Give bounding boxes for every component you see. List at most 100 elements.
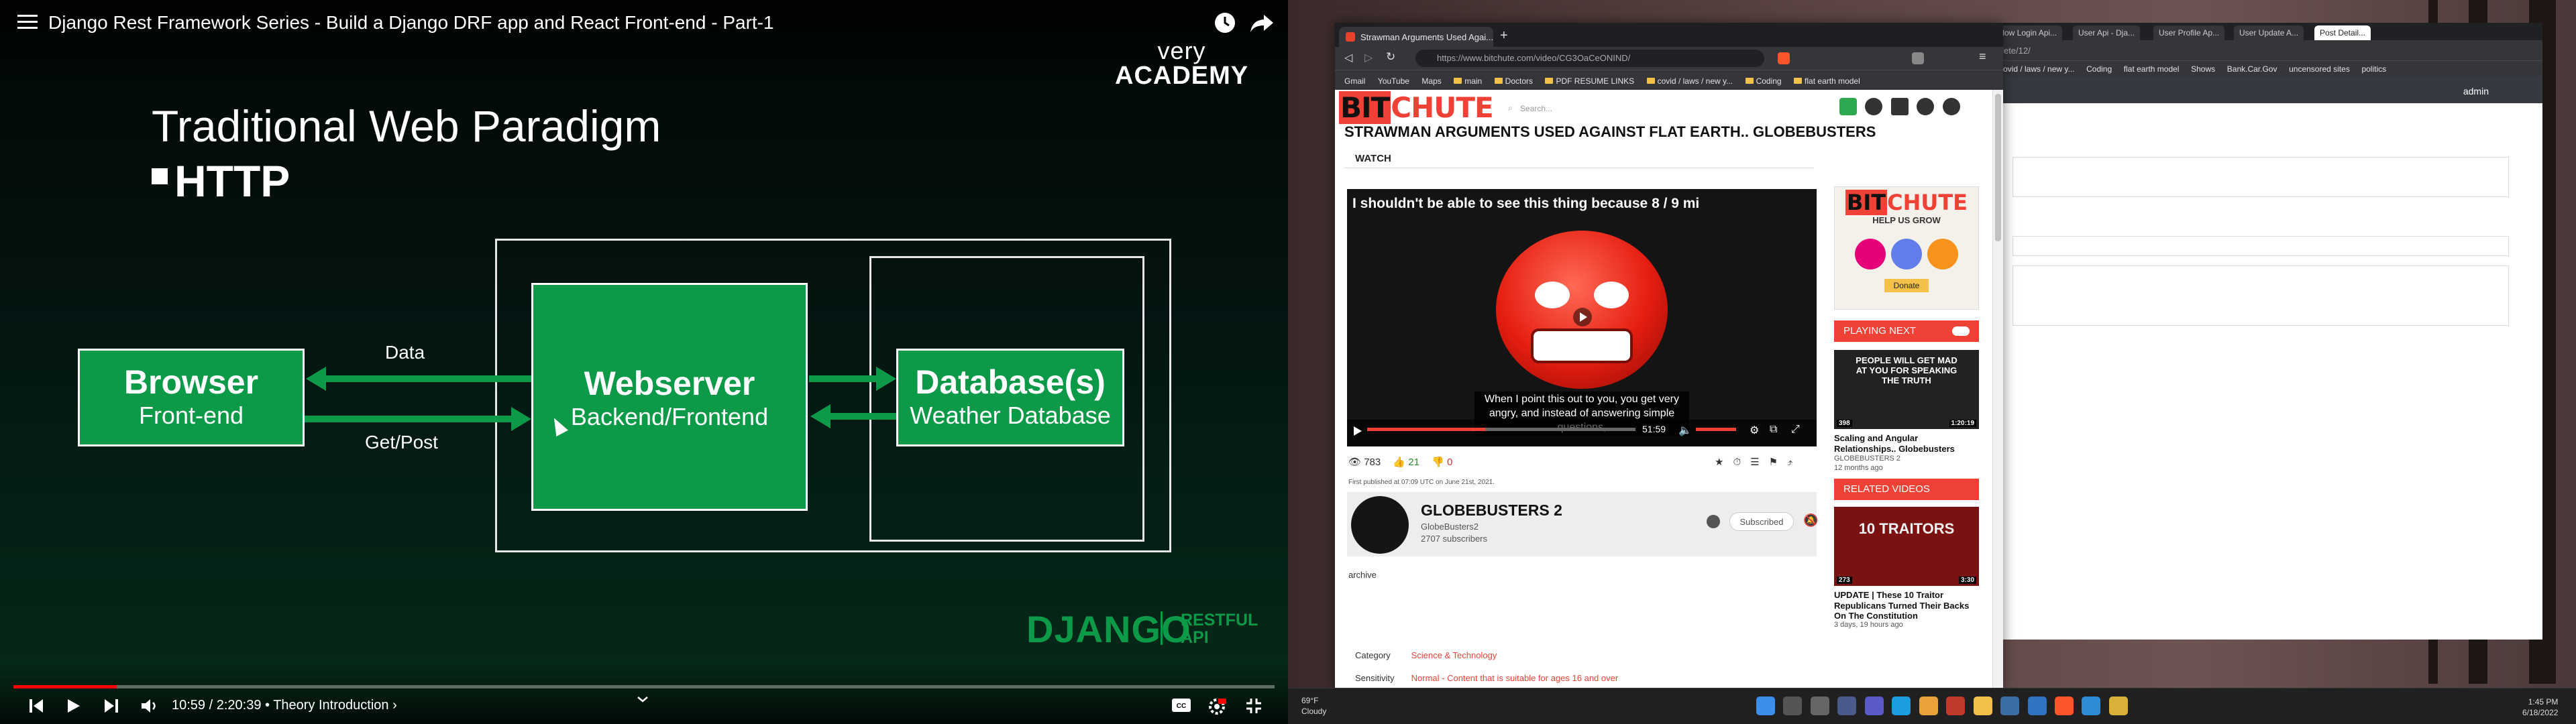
bookmark-flat-earth[interactable]: flat earth model xyxy=(1794,76,1860,86)
volume-icon[interactable] xyxy=(140,697,158,715)
account-icon[interactable] xyxy=(1942,98,1960,115)
video-fullscreen-icon[interactable]: ⤢ xyxy=(1791,424,1800,436)
edge-icon[interactable] xyxy=(1892,697,1911,715)
play-icon[interactable] xyxy=(64,697,82,715)
upload-icon[interactable] xyxy=(1890,98,1909,115)
back-bookmark[interactable]: Bank.Car.Gov xyxy=(2227,64,2277,74)
bitchute-video-player[interactable]: I shouldn't be able to see this thing be… xyxy=(1347,189,1817,446)
exit-fullscreen-icon[interactable] xyxy=(1245,697,1263,715)
store-icon[interactable] xyxy=(2000,697,2020,715)
watch-later-icon[interactable] xyxy=(1213,11,1237,35)
menu-icon[interactable]: ≡ xyxy=(1979,50,1986,64)
active-tab[interactable]: Strawman Arguments Used Agai... xyxy=(1339,27,1493,47)
next-video-title[interactable]: Scaling and Angular Relationships.. Glob… xyxy=(1834,433,1979,454)
share-icon[interactable] xyxy=(1249,11,1275,35)
scrollbar-thumb[interactable] xyxy=(1995,94,2001,241)
next-icon[interactable] xyxy=(102,697,121,715)
youtube-player[interactable]: Django Rest Framework Series - Build a D… xyxy=(0,0,1288,724)
bitchute-logo[interactable]: BITCHUTE xyxy=(1339,91,1494,124)
video-popout-icon[interactable]: ⧉ xyxy=(1770,424,1777,436)
form-textarea[interactable] xyxy=(2012,265,2509,326)
bitchute-browser-window[interactable]: Strawman Arguments Used Agai... + ◁ ▷ ↻ … xyxy=(1335,23,2003,689)
bookmark-resume[interactable]: PDF RESUME LINKS xyxy=(1545,76,1634,86)
tip-icon[interactable] xyxy=(1707,515,1720,528)
video-volume-bar[interactable] xyxy=(1696,428,1736,431)
back-icon[interactable]: ◁ xyxy=(1344,51,1352,64)
play-icon[interactable] xyxy=(1572,307,1593,327)
chat-icon[interactable] xyxy=(1864,697,1884,715)
subscribe-button[interactable]: Subscribed xyxy=(1729,512,1794,531)
back-address-bar[interactable]: /delete/12/ xyxy=(1986,40,2542,60)
notification-bell-icon[interactable]: 🔕 xyxy=(1803,514,1818,528)
back-tab-active[interactable]: Post Detail... xyxy=(2314,25,2371,40)
notifications-icon[interactable] xyxy=(1917,98,1935,115)
bookmark-main[interactable]: main xyxy=(1454,76,1482,86)
bookmark-maps[interactable]: Maps xyxy=(1421,76,1441,86)
previous-icon[interactable] xyxy=(27,697,46,715)
chevron-up-icon[interactable] xyxy=(636,695,649,704)
dark-mode-icon[interactable] xyxy=(1865,98,1883,115)
settings-icon[interactable] xyxy=(1208,697,1226,716)
watch-tab[interactable]: WATCH xyxy=(1355,153,1391,164)
video-settings-icon[interactable]: ⚙ xyxy=(1750,424,1759,437)
back-tab[interactable]: User Profile Ap... xyxy=(2153,25,2225,40)
captions-icon[interactable]: CC xyxy=(1171,697,1191,713)
menu-icon[interactable] xyxy=(17,15,38,32)
video-play-icon[interactable] xyxy=(1352,425,1363,437)
related-video-title[interactable]: UPDATE | These 10 Traitor Republicans Tu… xyxy=(1834,590,1979,621)
back-bookmark[interactable]: flat earth model xyxy=(2124,64,2180,74)
back-bookmark[interactable]: covid / laws / new y... xyxy=(1999,64,2074,74)
back-tab[interactable]: User Api - Dja... xyxy=(2073,25,2141,40)
seek-bar[interactable] xyxy=(13,685,1275,688)
form-field[interactable] xyxy=(2012,236,2509,256)
bookmark-youtube[interactable]: YouTube xyxy=(1378,76,1409,86)
sensitivity-link[interactable]: Normal - Content that is suitable for ag… xyxy=(1411,673,1619,683)
back-browser-window[interactable]: Flow Login Api... User Api - Dja... User… xyxy=(1986,23,2542,640)
time-display[interactable]: 10:59 / 2:20:39 • Theory Introduction › xyxy=(172,698,397,713)
bookmark-gmail[interactable]: Gmail xyxy=(1344,76,1365,86)
vscode-icon[interactable] xyxy=(2082,697,2101,715)
weather-widget[interactable]: 69°F Cloudy xyxy=(1301,695,1326,717)
system-clock[interactable]: 1:45 PM 6/18/2022 xyxy=(2522,697,2558,718)
dislike-button[interactable]: 👎 0 xyxy=(1432,457,1452,468)
app-icon[interactable] xyxy=(1946,697,1966,715)
brave-shield-icon[interactable] xyxy=(1778,52,1790,64)
like-button[interactable]: 👍 21 xyxy=(1393,457,1419,468)
brave-icon[interactable] xyxy=(2054,697,2074,715)
python-icon[interactable] xyxy=(2108,697,2128,715)
chrome-icon[interactable] xyxy=(1919,697,1938,715)
channel-avatar[interactable] xyxy=(1351,496,1409,554)
mail-icon[interactable] xyxy=(2027,697,2047,715)
back-tab[interactable]: User Update A... xyxy=(2234,25,2304,40)
site-search-input[interactable]: ⌕ Search... xyxy=(1505,101,1666,117)
back-bookmark[interactable]: uncensored sites xyxy=(2289,64,2350,74)
start-icon[interactable] xyxy=(1756,697,1775,715)
back-bookmark[interactable]: Shows xyxy=(2191,64,2215,74)
bookmark-covid[interactable]: covid / laws / new y... xyxy=(1646,76,1733,86)
url-input[interactable]: https://www.bitchute.com/video/CG3OaCeON… xyxy=(1415,50,1764,67)
related-video-thumbnail[interactable]: 10 TRAITORS 273 3:30 xyxy=(1834,507,1979,586)
new-tab-icon[interactable]: + xyxy=(1500,28,1508,44)
widgets-icon[interactable] xyxy=(1837,697,1857,715)
channel-name[interactable]: GLOBEBUSTERS 2 xyxy=(1421,501,1562,520)
search-icon[interactable] xyxy=(1783,697,1803,715)
next-video-thumbnail[interactable]: PEOPLE WILL GET MAD AT YOU FOR SPEAKING … xyxy=(1834,350,1979,429)
donate-button[interactable]: Donate xyxy=(1884,279,1929,292)
back-bookmark[interactable]: politics xyxy=(2361,64,2386,74)
admin-user[interactable]: admin xyxy=(2463,86,2489,97)
video-mute-icon[interactable]: 🔈 xyxy=(1678,424,1692,437)
extensions-icon[interactable] xyxy=(1912,52,1924,64)
next-video-channel[interactable]: GLOBEBUSTERS 2 xyxy=(1834,455,1900,463)
file-explorer-icon[interactable] xyxy=(1973,697,1992,715)
task-view-icon[interactable] xyxy=(1810,697,1829,715)
video-seek-bar[interactable] xyxy=(1367,428,1635,431)
reload-icon[interactable]: ↻ xyxy=(1386,50,1395,64)
forward-icon[interactable]: ▷ xyxy=(1364,51,1373,64)
autoplay-toggle[interactable] xyxy=(1952,326,1970,336)
bookmark-coding[interactable]: Coding xyxy=(1745,76,1782,86)
category-link[interactable]: Science & Technology xyxy=(1411,650,1497,660)
help-us-grow-ad[interactable]: BITCHUTE HELP US GROW Donate xyxy=(1834,186,1979,310)
dollar-icon[interactable] xyxy=(1839,98,1857,115)
bookmark-doctors[interactable]: Doctors xyxy=(1494,76,1533,86)
back-bookmark[interactable]: Coding xyxy=(2086,64,2112,74)
